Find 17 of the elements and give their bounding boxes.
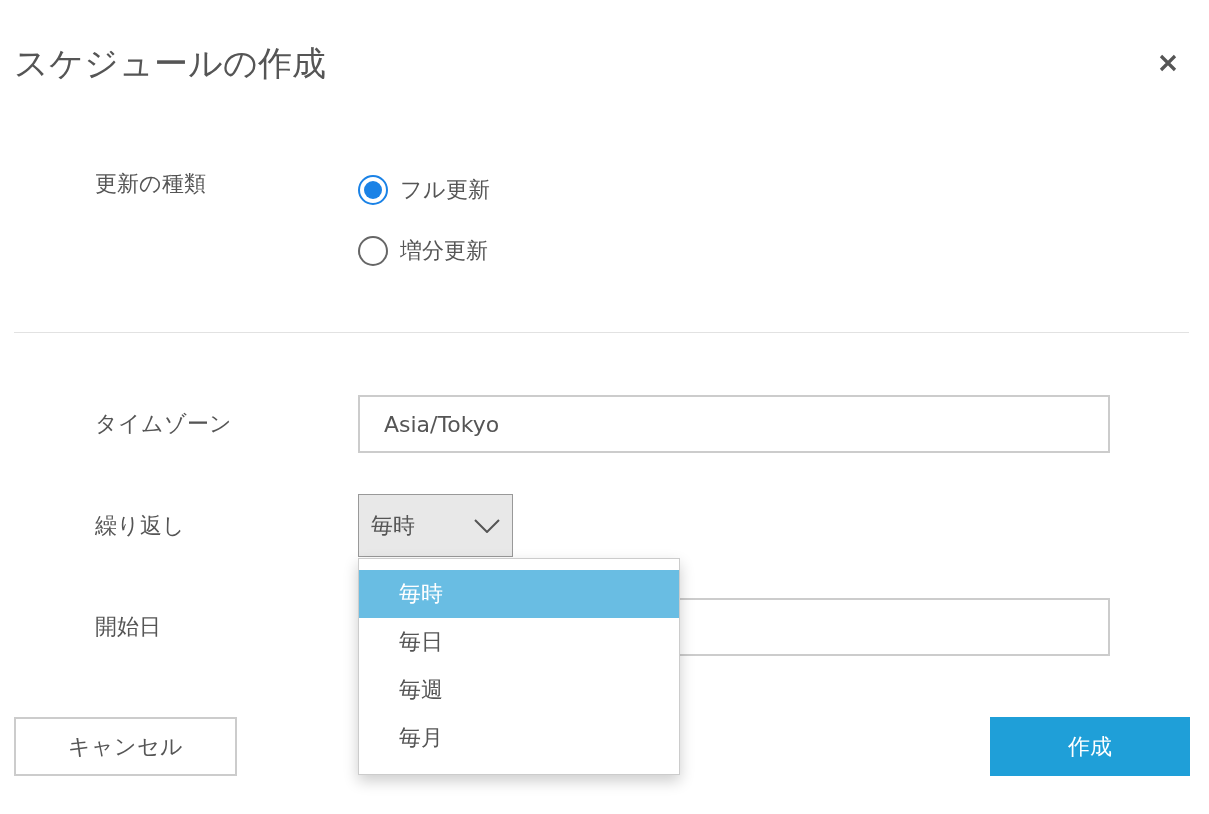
dropdown-option[interactable]: 毎月 xyxy=(359,714,679,762)
dropdown-option[interactable]: 毎週 xyxy=(359,666,679,714)
radio-icon[interactable] xyxy=(358,235,388,266)
radio-icon[interactable] xyxy=(358,174,388,205)
repeat-dropdown[interactable]: 毎時 xyxy=(358,494,513,557)
dropdown-option[interactable]: 毎日 xyxy=(359,618,679,666)
field-label: タイムゾーン xyxy=(95,410,233,438)
field-label: 開始日 xyxy=(95,613,162,641)
field-label: 繰り返し xyxy=(95,511,186,540)
cancel-button[interactable]: キャンセル xyxy=(14,717,237,776)
timezone-field[interactable]: Asia/Tokyo xyxy=(358,395,1110,453)
radio-option[interactable]: フル更新 xyxy=(358,159,1110,220)
radio-option[interactable]: 増分更新 xyxy=(358,220,1110,281)
close-icon[interactable] xyxy=(1158,53,1178,73)
chevron-icon xyxy=(474,518,500,533)
field-label: 更新の種類 xyxy=(95,170,207,198)
dialog-title: スケジュールの作成 xyxy=(14,42,326,85)
